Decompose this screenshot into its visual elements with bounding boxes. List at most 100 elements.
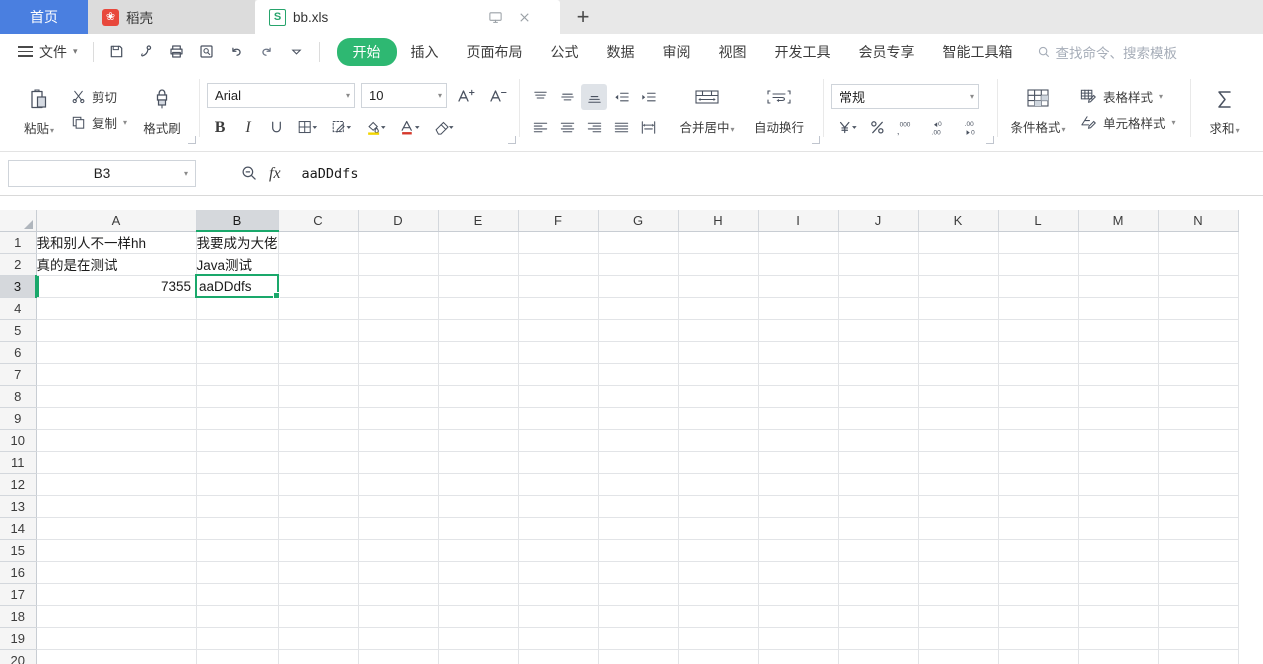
cell-n5[interactable] — [1158, 319, 1239, 342]
tab-start[interactable]: 开始 — [336, 37, 397, 66]
cell-n4[interactable] — [1158, 297, 1239, 320]
cell-a8[interactable] — [36, 385, 197, 408]
cell-b1[interactable]: 我要成为大佬 — [196, 231, 279, 254]
cell-d20[interactable] — [358, 649, 439, 664]
cell-g17[interactable] — [598, 583, 679, 606]
cell-f13[interactable] — [518, 495, 599, 518]
cell-b16[interactable] — [196, 561, 279, 584]
comma-style-button[interactable]: 000, — [891, 114, 923, 140]
cell-g10[interactable] — [598, 429, 679, 452]
cell-n16[interactable] — [1158, 561, 1239, 584]
cell-i15[interactable] — [758, 539, 839, 562]
cell-g7[interactable] — [598, 363, 679, 386]
cell-l11[interactable] — [998, 451, 1079, 474]
cell-m18[interactable] — [1078, 605, 1159, 628]
cell-e19[interactable] — [438, 627, 519, 650]
row-header-6[interactable]: 6 — [0, 341, 37, 364]
cell-h7[interactable] — [678, 363, 759, 386]
cell-c18[interactable] — [278, 605, 359, 628]
cell-b17[interactable] — [196, 583, 279, 606]
cell-n20[interactable] — [1158, 649, 1239, 664]
cell-e4[interactable] — [438, 297, 519, 320]
cell-k8[interactable] — [918, 385, 999, 408]
cell-h6[interactable] — [678, 341, 759, 364]
cell-h3[interactable] — [678, 275, 759, 298]
cell-d3[interactable] — [358, 275, 439, 298]
tab-member-exclusive[interactable]: 会员专享 — [845, 38, 929, 66]
row-header-1[interactable]: 1 — [0, 231, 37, 254]
cell-f16[interactable] — [518, 561, 599, 584]
row-header-15[interactable]: 15 — [0, 539, 37, 562]
conditional-format-button[interactable]: 条件格式▾ — [1005, 82, 1071, 136]
cell-f5[interactable] — [518, 319, 599, 342]
row-header-12[interactable]: 12 — [0, 473, 37, 496]
cell-e3[interactable] — [438, 275, 519, 298]
cell-f8[interactable] — [518, 385, 599, 408]
cell-h15[interactable] — [678, 539, 759, 562]
cell-k19[interactable] — [918, 627, 999, 650]
row-header-11[interactable]: 11 — [0, 451, 37, 474]
cell-d9[interactable] — [358, 407, 439, 430]
cell-d17[interactable] — [358, 583, 439, 606]
cell-a9[interactable] — [36, 407, 197, 430]
cell-i16[interactable] — [758, 561, 839, 584]
cell-j4[interactable] — [838, 297, 919, 320]
cell-a5[interactable] — [36, 319, 197, 342]
cell-g12[interactable] — [598, 473, 679, 496]
cell-a10[interactable] — [36, 429, 197, 452]
cell-i20[interactable] — [758, 649, 839, 664]
cell-d19[interactable] — [358, 627, 439, 650]
cell-a2[interactable]: 真的是在测试 — [36, 253, 197, 276]
cell-c2[interactable] — [278, 253, 359, 276]
file-menu-button[interactable]: 文件 ▾ — [12, 42, 84, 62]
cell-g19[interactable] — [598, 627, 679, 650]
save-icon[interactable] — [103, 39, 130, 65]
cell-f18[interactable] — [518, 605, 599, 628]
cell-k20[interactable] — [918, 649, 999, 664]
copy-button[interactable]: 复制 ▾ — [66, 110, 133, 135]
cell-a7[interactable] — [36, 363, 197, 386]
cell-j1[interactable] — [838, 231, 919, 254]
cell-b19[interactable] — [196, 627, 279, 650]
cell-b7[interactable] — [196, 363, 279, 386]
cell-a1[interactable]: 我和别人不一样hh — [36, 231, 197, 254]
cell-c5[interactable] — [278, 319, 359, 342]
cell-d1[interactable] — [358, 231, 439, 254]
cell-g2[interactable] — [598, 253, 679, 276]
cell-j20[interactable] — [838, 649, 919, 664]
cell-j6[interactable] — [838, 341, 919, 364]
cell-f12[interactable] — [518, 473, 599, 496]
cell-c7[interactable] — [278, 363, 359, 386]
cell-k18[interactable] — [918, 605, 999, 628]
cell-m7[interactable] — [1078, 363, 1159, 386]
cell-l19[interactable] — [998, 627, 1079, 650]
bold-button[interactable]: B — [207, 115, 233, 141]
cell-n17[interactable] — [1158, 583, 1239, 606]
cell-m3[interactable] — [1078, 275, 1159, 298]
cell-k3[interactable] — [918, 275, 999, 298]
cell-d4[interactable] — [358, 297, 439, 320]
column-header-c[interactable]: C — [278, 210, 359, 232]
cell-k16[interactable] — [918, 561, 999, 584]
cell-g20[interactable] — [598, 649, 679, 664]
cell-g14[interactable] — [598, 517, 679, 540]
cell-e17[interactable] — [438, 583, 519, 606]
cell-e15[interactable] — [438, 539, 519, 562]
cell-b3[interactable]: aaDDdfs — [195, 274, 281, 300]
increase-font-size-button[interactable] — [453, 83, 479, 109]
column-header-h[interactable]: H — [678, 210, 759, 232]
cell-k17[interactable] — [918, 583, 999, 606]
cell-e2[interactable] — [438, 253, 519, 276]
cell-d6[interactable] — [358, 341, 439, 364]
format-painter-button[interactable]: 格式刷 — [133, 81, 191, 137]
cell-j9[interactable] — [838, 407, 919, 430]
cell-f9[interactable] — [518, 407, 599, 430]
row-header-17[interactable]: 17 — [0, 583, 37, 606]
cell-n2[interactable] — [1158, 253, 1239, 276]
cell-j17[interactable] — [838, 583, 919, 606]
row-header-4[interactable]: 4 — [0, 297, 37, 320]
cell-l15[interactable] — [998, 539, 1079, 562]
cell-g1[interactable] — [598, 231, 679, 254]
cell-j8[interactable] — [838, 385, 919, 408]
decrease-indent-button[interactable] — [608, 84, 634, 110]
